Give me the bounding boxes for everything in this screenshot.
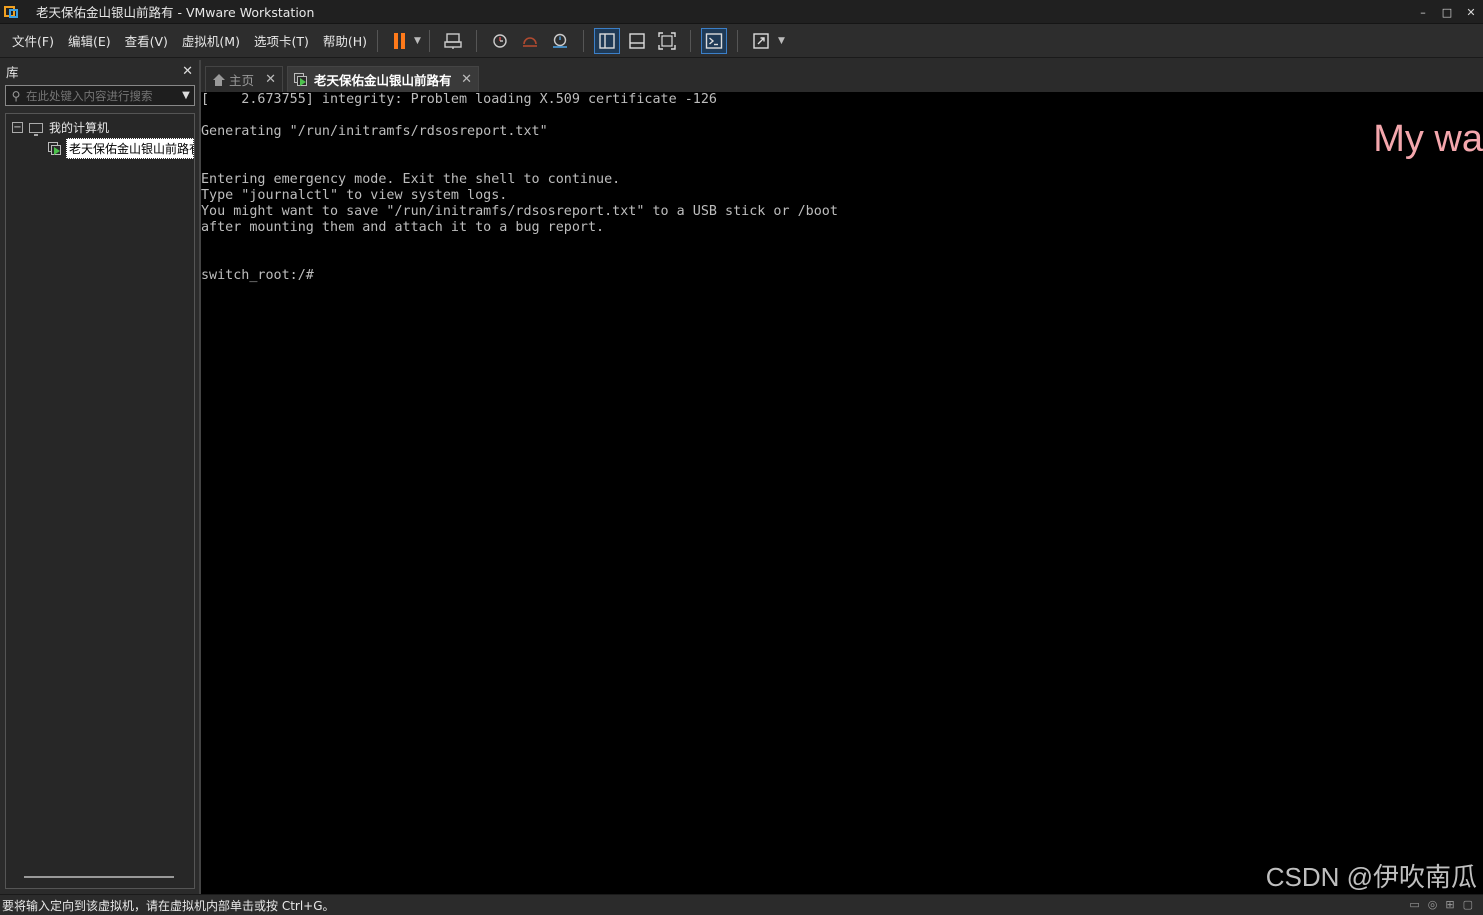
hard-disk-icon[interactable]: ▭ xyxy=(1409,898,1419,911)
menu-edit[interactable]: 编辑(E) xyxy=(68,29,111,52)
maximize-button[interactable]: □ xyxy=(1435,0,1459,24)
library-title: 库 xyxy=(6,64,19,80)
toolbar-separator xyxy=(377,29,379,52)
tab-vm[interactable]: 老天保佑金山银山前路有 ✕ xyxy=(287,66,479,92)
menu-file[interactable]: 文件(F) xyxy=(12,29,54,52)
send-ctrl-alt-del-icon xyxy=(444,32,462,49)
toolbar-separator xyxy=(428,29,430,52)
vm-console[interactable]: [ 2.673755] integrity: Problem loading X… xyxy=(201,92,1483,894)
collapse-icon[interactable]: − xyxy=(12,122,23,133)
vmware-logo-icon xyxy=(4,4,20,20)
pause-icon xyxy=(393,32,405,49)
console-output: [ 2.673755] integrity: Problem loading X… xyxy=(201,92,838,283)
pause-button[interactable] xyxy=(388,28,410,54)
console-view-icon xyxy=(705,32,723,49)
send-ctrl-alt-del-button[interactable] xyxy=(440,28,466,54)
revert-snapshot-button[interactable] xyxy=(517,28,543,54)
search-dropdown-icon[interactable]: ▼ xyxy=(178,90,194,101)
stretch-dropdown-icon[interactable]: ▼ xyxy=(778,36,785,46)
toolbar-separator xyxy=(582,29,584,52)
search-icon: ⚲ xyxy=(11,88,21,103)
title-bar: 老天保佑金山银山前路有 - VMware Workstation – □ ✕ xyxy=(0,0,1483,24)
thumbnail-bar-icon xyxy=(629,32,645,49)
tab-home[interactable]: 主页 ✕ xyxy=(205,66,283,92)
status-message: 要将输入定向到该虚拟机，请在虚拟机内部单击或按 Ctrl+G。 xyxy=(2,898,335,913)
fullscreen-icon xyxy=(658,31,676,50)
fullscreen-button[interactable] xyxy=(654,28,680,54)
thumbnail-bar-button[interactable] xyxy=(624,28,650,54)
window-title: 老天保佑金山银山前路有 - VMware Workstation xyxy=(36,5,315,20)
running-vm-icon xyxy=(294,73,308,86)
tree-item-label: 老天保佑金山银山前路有 xyxy=(66,138,194,159)
menu-tabs[interactable]: 选项卡(T) xyxy=(254,29,309,52)
tree-item-my-computer[interactable]: − 我的计算机 xyxy=(12,119,109,136)
minimize-button[interactable]: – xyxy=(1411,0,1435,24)
stretch-icon xyxy=(753,32,769,49)
library-tree: − 我的计算机 老天保佑金山银山前路有 xyxy=(5,113,195,889)
display-icon[interactable]: ▢ xyxy=(1463,898,1473,911)
tree-item-vm[interactable]: 老天保佑金山银山前路有 xyxy=(48,138,194,159)
pause-dropdown-icon[interactable]: ▼ xyxy=(414,36,421,46)
overlay-text: My wa xyxy=(1373,118,1483,160)
console-view-button[interactable] xyxy=(700,27,727,54)
show-library-button[interactable] xyxy=(593,27,620,54)
close-window-button[interactable]: ✕ xyxy=(1459,0,1483,24)
library-close-button[interactable]: ✕ xyxy=(182,64,193,79)
window-controls: – □ ✕ xyxy=(1411,0,1483,24)
home-icon xyxy=(212,73,225,86)
manage-snapshots-button[interactable] xyxy=(547,28,573,54)
tab-close-button[interactable]: ✕ xyxy=(265,72,276,87)
menu-view[interactable]: 查看(V) xyxy=(125,29,168,52)
toolbar-separator xyxy=(736,29,738,52)
stretch-button[interactable] xyxy=(748,28,774,54)
library-header: 库 ✕ xyxy=(0,60,199,82)
tree-item-label: 我的计算机 xyxy=(49,121,110,135)
running-vm-icon xyxy=(48,142,62,155)
library-search-input[interactable] xyxy=(26,88,178,103)
snapshot-icon xyxy=(493,33,507,48)
revert-snapshot-icon xyxy=(522,36,537,47)
menu-vm[interactable]: 虚拟机(M) xyxy=(182,29,240,52)
device-status-icons: ▭ ◎ ⊞ ▢ xyxy=(1409,898,1473,911)
take-snapshot-button[interactable] xyxy=(487,28,513,54)
library-search-box[interactable]: ⚲ ▼ xyxy=(5,85,195,106)
watermark: CSDN @伊吹南瓜 xyxy=(1265,862,1477,892)
show-library-icon xyxy=(599,32,615,49)
tab-bar: 主页 ✕ 老天保佑金山银山前路有 ✕ xyxy=(201,60,1483,92)
menu-help[interactable]: 帮助(H) xyxy=(323,29,367,52)
toolbar-separator xyxy=(475,29,477,52)
library-panel: 库 ✕ ⚲ ▼ − 我的计算机 老天保佑金山银山前路有 xyxy=(0,60,199,894)
horizontal-scrollbar[interactable] xyxy=(24,876,174,878)
tab-close-button[interactable]: ✕ xyxy=(461,72,472,87)
tab-label: 主页 xyxy=(229,73,255,88)
manage-snapshots-icon xyxy=(552,33,567,48)
network-adapter-icon[interactable]: ⊞ xyxy=(1445,898,1454,911)
computer-icon xyxy=(29,122,43,136)
toolbar-separator xyxy=(689,29,691,52)
status-bar: 要将输入定向到该虚拟机，请在虚拟机内部单击或按 Ctrl+G。 ▭ ◎ ⊞ ▢ xyxy=(0,894,1483,915)
menu-toolbar: 文件(F) 编辑(E) 查看(V) 虚拟机(M) 选项卡(T) 帮助(H) ▼ … xyxy=(0,24,1483,58)
tab-label: 老天保佑金山银山前路有 xyxy=(314,73,452,88)
cd-rom-icon[interactable]: ◎ xyxy=(1428,898,1438,911)
